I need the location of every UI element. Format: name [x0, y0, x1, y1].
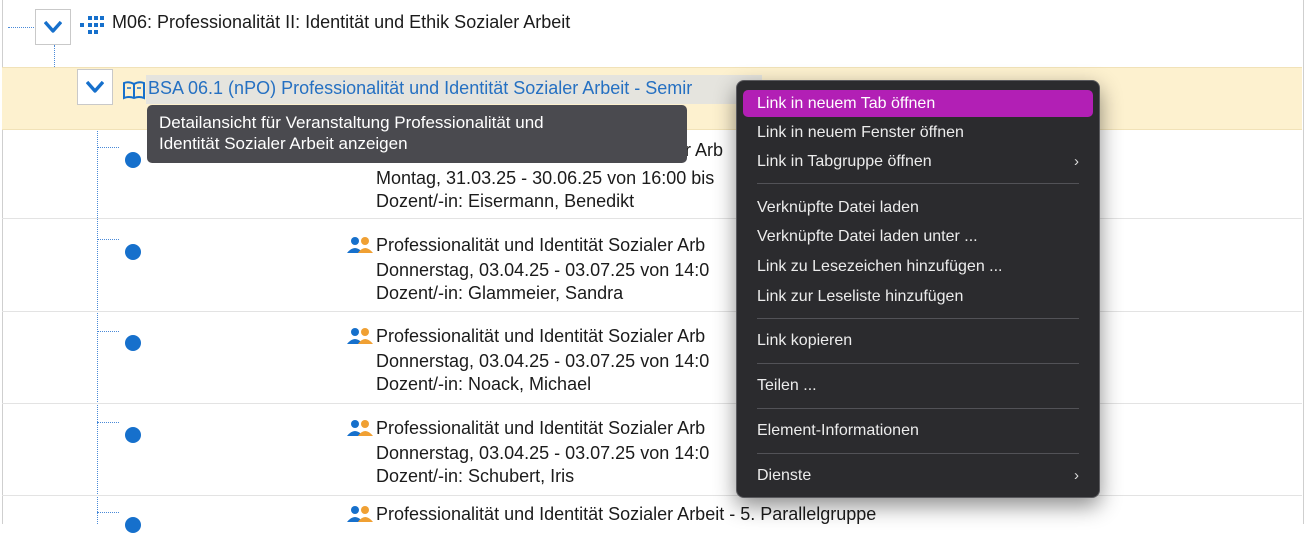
- menu-item-open-new-tab[interactable]: Link in neuem Tab öffnen: [743, 90, 1093, 117]
- group-icon: [347, 506, 373, 522]
- row-separator: [2, 311, 1302, 312]
- menu-item-label: Link in Tabgruppe öffnen: [757, 153, 932, 170]
- chevron-right-icon: ›: [1074, 153, 1079, 170]
- menu-item-label: Teilen ...: [757, 377, 817, 394]
- group-2-schedule: Donnerstag, 03.04.25 - 03.07.25 von 14:0: [376, 260, 710, 280]
- menu-separator: [757, 408, 1079, 409]
- menu-item-services[interactable]: Dienste ›: [743, 462, 1093, 489]
- tooltip-line-1: Detailansicht für Veranstaltung Professi…: [159, 113, 544, 132]
- tree-connector: [97, 147, 119, 148]
- group-3-title[interactable]: Professionalität und Identität Sozialer …: [376, 326, 705, 347]
- group-1-lecturer: Dozent/-in: Eisermann, Benedikt: [376, 191, 635, 211]
- group-icon: [347, 420, 373, 436]
- chevron-right-icon: ›: [1074, 467, 1079, 484]
- module-grid-icon: [80, 16, 104, 34]
- menu-item-download-linked-file[interactable]: Verknüpfte Datei laden: [743, 194, 1093, 221]
- link-tooltip: Detailansicht für Veranstaltung Professi…: [147, 105, 687, 163]
- group-bullet: [125, 427, 141, 443]
- row-separator: [2, 495, 1302, 496]
- group-bullet: [125, 152, 141, 168]
- group-5-title[interactable]: Professionalität und Identität Sozialer …: [376, 504, 876, 525]
- group-bullet: [125, 244, 141, 260]
- module-collapse-toggle[interactable]: [35, 9, 71, 45]
- course-tree: M06: Professionalität II: Identität und …: [0, 0, 1307, 533]
- group-3-lecturer: Dozent/-in: Noack, Michael: [376, 374, 592, 394]
- frame-border-right: [1303, 0, 1304, 524]
- menu-separator: [757, 363, 1079, 364]
- group-icon: [347, 237, 373, 253]
- menu-separator: [757, 453, 1079, 454]
- course-collapse-toggle[interactable]: [77, 69, 113, 105]
- tree-connector: [97, 331, 119, 332]
- course-title-link[interactable]: BSA 06.1 (nPO) Professionalität und Iden…: [148, 78, 692, 99]
- menu-item-label: Link zur Leseliste hinzufügen: [757, 288, 964, 305]
- menu-item-label: Dienste: [757, 467, 812, 484]
- menu-item-open-in-tab-group[interactable]: Link in Tabgruppe öffnen ›: [743, 148, 1093, 175]
- menu-item-label: Link kopieren: [757, 332, 853, 349]
- menu-item-add-bookmark[interactable]: Link zu Lesezeichen hinzufügen ...: [743, 253, 1093, 280]
- tree-connector: [97, 239, 119, 240]
- group-4-schedule: Donnerstag, 03.04.25 - 03.07.25 von 14:0: [376, 443, 710, 463]
- menu-separator: [757, 183, 1079, 184]
- menu-item-label: Verknüpfte Datei laden unter ...: [757, 228, 978, 245]
- context-menu: Link in neuem Tab öffnen Link in neuem F…: [736, 80, 1100, 498]
- group-3-schedule: Donnerstag, 03.04.25 - 03.07.25 von 14:0: [376, 351, 710, 371]
- menu-item-label: Element-Informationen: [757, 422, 919, 439]
- row-separator: [2, 403, 1302, 404]
- book-icon: [123, 81, 145, 100]
- group-1-schedule: Montag, 31.03.25 - 30.06.25 von 16:00 bi…: [376, 168, 715, 188]
- menu-item-label: Link in neuem Fenster öffnen: [757, 124, 964, 141]
- menu-item-add-reading-list[interactable]: Link zur Leseliste hinzufügen: [743, 283, 1093, 310]
- chevron-down-icon: [86, 81, 104, 93]
- chevron-down-icon: [44, 21, 62, 33]
- tree-connector: [97, 104, 98, 524]
- menu-item-open-new-window[interactable]: Link in neuem Fenster öffnen: [743, 119, 1093, 146]
- menu-item-label: Verknüpfte Datei laden: [757, 199, 919, 216]
- tooltip-line-2: Identität Sozialer Arbeit anzeigen: [159, 134, 408, 153]
- tree-connector: [97, 422, 119, 423]
- menu-item-download-linked-file-as[interactable]: Verknüpfte Datei laden unter ...: [743, 223, 1093, 250]
- menu-item-copy-link[interactable]: Link kopieren: [743, 327, 1093, 354]
- menu-item-element-info[interactable]: Element-Informationen: [743, 417, 1093, 444]
- group-4-title[interactable]: Professionalität und Identität Sozialer …: [376, 418, 705, 439]
- tree-connector: [97, 512, 119, 513]
- tree-connector: [8, 27, 34, 28]
- menu-item-label: Link zu Lesezeichen hinzufügen ...: [757, 258, 1003, 275]
- menu-separator: [757, 318, 1079, 319]
- module-title[interactable]: M06: Professionalität II: Identität und …: [112, 12, 570, 33]
- row-separator: [2, 218, 1302, 219]
- menu-item-label: Link in neuem Tab öffnen: [757, 95, 936, 112]
- group-bullet: [125, 517, 141, 533]
- group-bullet: [125, 335, 141, 351]
- group-4-lecturer: Dozent/-in: Schubert, Iris: [376, 466, 575, 486]
- group-2-lecturer: Dozent/-in: Glammeier, Sandra: [376, 283, 624, 303]
- group-2-title[interactable]: Professionalität und Identität Sozialer …: [376, 235, 705, 256]
- menu-item-share[interactable]: Teilen ...: [743, 372, 1093, 399]
- group-icon: [347, 328, 373, 344]
